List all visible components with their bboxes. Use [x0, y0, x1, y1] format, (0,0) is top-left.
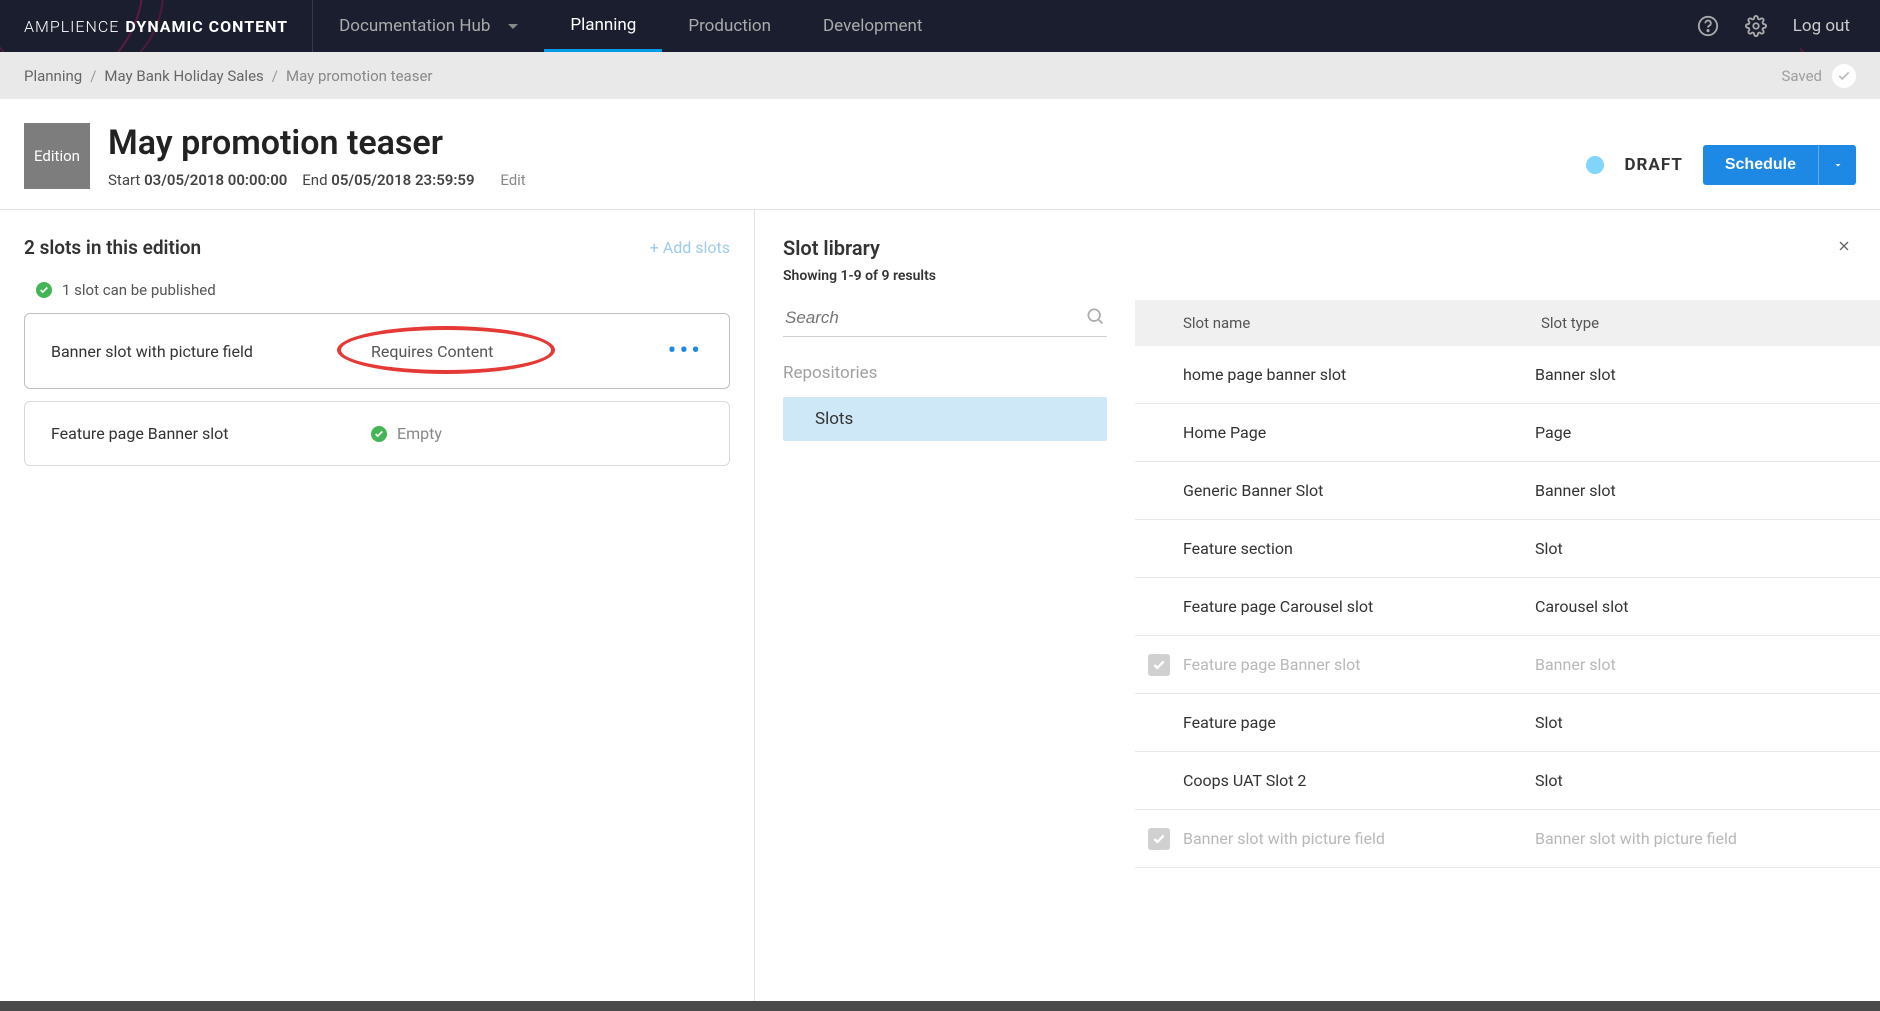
check-icon	[371, 426, 387, 442]
crumb-sep: /	[90, 67, 96, 85]
table-row[interactable]: Banner slot with picture fieldBanner slo…	[1135, 810, 1880, 868]
schedule-dropdown-button[interactable]	[1818, 145, 1856, 185]
brand-text-a: AMPLIENCE	[24, 17, 119, 36]
row-slot-name: Feature page	[1183, 713, 1535, 732]
slot-name: Banner slot with picture field	[51, 342, 371, 361]
slot-library-panel: Slot library Showing 1-9 of 9 results Re…	[755, 210, 1880, 1003]
row-slot-name: Feature page Banner slot	[1183, 655, 1535, 674]
nav-production[interactable]: Production	[662, 0, 797, 52]
brand-logo: AMPLIENCE DYNAMIC CONTENT	[0, 0, 313, 52]
slot-status-text: Requires Content	[371, 342, 493, 361]
search-input[interactable]	[785, 308, 1085, 328]
row-slot-type: Banner slot	[1535, 481, 1880, 500]
title-actions: DRAFT Schedule	[1586, 123, 1856, 185]
th-slot-type: Slot type	[1535, 314, 1880, 332]
row-slot-type: Slot	[1535, 771, 1880, 790]
library-table: Slot name Slot type home page banner slo…	[1135, 300, 1880, 1003]
saved-indicator: Saved	[1781, 64, 1856, 88]
repositories-label: Repositories	[783, 363, 1107, 383]
window-chrome-bottom	[0, 1001, 1880, 1011]
edition-times: Start 03/05/2018 00:00:00 End 05/05/2018…	[108, 171, 526, 189]
close-icon[interactable]	[1836, 238, 1852, 259]
help-icon[interactable]	[1697, 15, 1719, 37]
nav-center: Documentation Hub Planning Production De…	[313, 0, 948, 52]
library-title: Slot library	[783, 236, 880, 260]
status-dot-icon	[1586, 156, 1604, 174]
title-bar: Edition May promotion teaser Start 03/05…	[0, 99, 1880, 209]
search-icon	[1085, 306, 1105, 330]
publish-note-text: 1 slot can be published	[62, 281, 216, 299]
table-row[interactable]: Coops UAT Slot 2Slot	[1135, 752, 1880, 810]
logout-link[interactable]: Log out	[1793, 16, 1850, 36]
nav-development[interactable]: Development	[797, 0, 948, 52]
saved-label: Saved	[1781, 67, 1822, 85]
edition-slot-card[interactable]: Feature page Banner slot Empty	[24, 401, 730, 466]
end-value: 05/05/2018 23:59:59	[331, 171, 474, 189]
brand-text-b: DYNAMIC CONTENT	[125, 17, 288, 36]
row-slot-name: Coops UAT Slot 2	[1183, 771, 1535, 790]
main-split: 2 slots in this edition + Add slots 1 sl…	[0, 209, 1880, 1003]
row-slot-type: Banner slot	[1535, 365, 1880, 384]
edition-slot-card[interactable]: Banner slot with picture field Requires …	[24, 313, 730, 389]
row-slot-name: Feature section	[1183, 539, 1535, 558]
repository-slots[interactable]: Slots	[783, 397, 1107, 441]
checkbox-checked-icon[interactable]	[1148, 654, 1170, 676]
status-label: DRAFT	[1624, 155, 1682, 175]
nav-documentation-hub[interactable]: Documentation Hub	[313, 0, 544, 52]
nav-right: Log out	[1697, 15, 1880, 37]
slot-status-text: Empty	[397, 424, 442, 443]
checkbox-checked-icon[interactable]	[1148, 828, 1170, 850]
table-row[interactable]: home page banner slotBanner slot	[1135, 346, 1880, 404]
end-label: End	[302, 171, 327, 189]
library-result-count: Showing 1-9 of 9 results	[755, 264, 1880, 300]
table-header: Slot name Slot type	[1135, 300, 1880, 346]
add-slots-link[interactable]: + Add slots	[650, 238, 730, 257]
crumb-event[interactable]: May Bank Holiday Sales	[104, 67, 263, 85]
slot-name: Feature page Banner slot	[51, 424, 371, 443]
gear-icon[interactable]	[1745, 15, 1767, 37]
row-slot-type: Slot	[1535, 539, 1880, 558]
row-slot-name: Feature page Carousel slot	[1183, 597, 1535, 616]
table-row[interactable]: Feature sectionSlot	[1135, 520, 1880, 578]
row-slot-type: Slot	[1535, 713, 1880, 732]
crumb-sep: /	[272, 67, 278, 85]
crumb-current: May promotion teaser	[286, 67, 433, 85]
publish-note: 1 slot can be published	[24, 281, 730, 299]
start-label: Start	[108, 171, 140, 189]
table-row[interactable]: Feature page Banner slotBanner slot	[1135, 636, 1880, 694]
row-slot-type: Page	[1535, 423, 1880, 442]
slot-more-menu[interactable]: •••	[668, 336, 703, 366]
row-slot-name: Generic Banner Slot	[1183, 481, 1535, 500]
search-input-wrap	[783, 300, 1107, 337]
edition-slots-panel: 2 slots in this edition + Add slots 1 sl…	[0, 210, 755, 1003]
start-value: 03/05/2018 00:00:00	[144, 171, 287, 189]
check-icon	[1832, 64, 1856, 88]
slots-heading: 2 slots in this edition	[24, 236, 201, 259]
table-row[interactable]: Feature page Carousel slotCarousel slot	[1135, 578, 1880, 636]
slot-status: Requires Content	[371, 342, 493, 361]
table-row[interactable]: Feature pageSlot	[1135, 694, 1880, 752]
row-slot-name: home page banner slot	[1183, 365, 1535, 384]
page-title: May promotion teaser	[108, 123, 526, 163]
edit-times-link[interactable]: Edit	[500, 171, 525, 189]
check-icon	[36, 282, 52, 298]
row-slot-type: Carousel slot	[1535, 597, 1880, 616]
title-block: May promotion teaser Start 03/05/2018 00…	[108, 123, 526, 189]
schedule-button[interactable]: Schedule	[1703, 145, 1818, 185]
row-slot-type: Banner slot	[1535, 655, 1880, 674]
row-slot-name: Banner slot with picture field	[1183, 829, 1535, 848]
breadcrumb: Planning / May Bank Holiday Sales / May …	[0, 52, 1880, 99]
library-filter-column: Repositories Slots	[755, 300, 1135, 1003]
th-slot-name: Slot name	[1135, 314, 1535, 332]
row-slot-name: Home Page	[1183, 423, 1535, 442]
slot-status: Empty	[371, 424, 442, 443]
top-nav: AMPLIENCE DYNAMIC CONTENT Documentation …	[0, 0, 1880, 52]
nav-planning[interactable]: Planning	[544, 0, 662, 52]
caret-down-icon	[1832, 159, 1844, 171]
row-slot-type: Banner slot with picture field	[1535, 829, 1880, 848]
table-row[interactable]: Home PagePage	[1135, 404, 1880, 462]
table-row[interactable]: Generic Banner SlotBanner slot	[1135, 462, 1880, 520]
crumb-planning[interactable]: Planning	[24, 67, 82, 85]
edition-chip: Edition	[24, 123, 90, 189]
